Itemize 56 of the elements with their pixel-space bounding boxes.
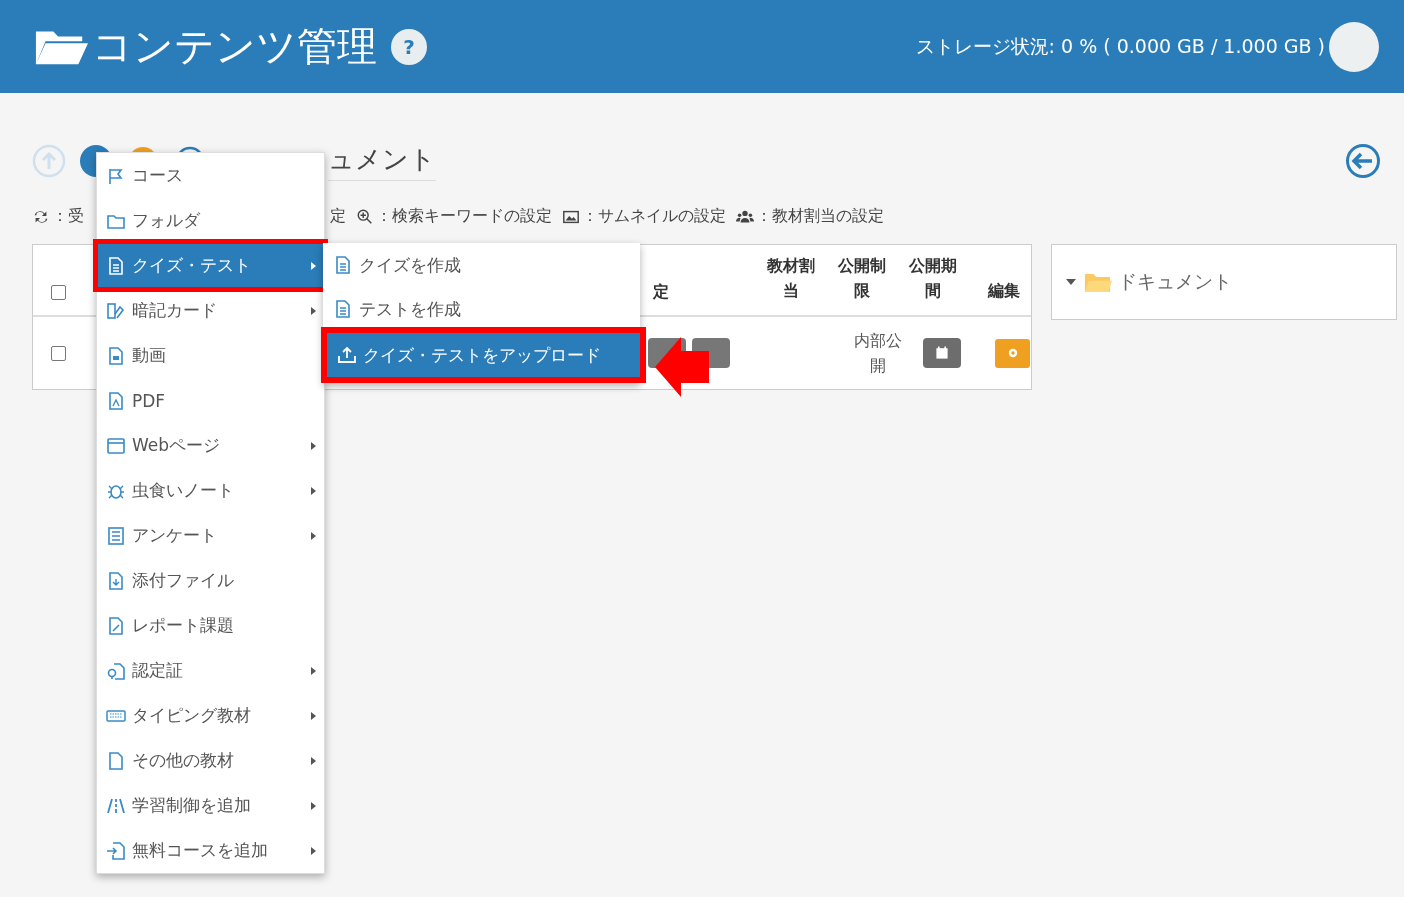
list-icon bbox=[106, 525, 126, 546]
table-cell-text: 内部公開 bbox=[853, 330, 903, 377]
enter-icon bbox=[106, 840, 126, 861]
video-icon bbox=[106, 345, 126, 366]
pointer-arrow bbox=[655, 337, 709, 397]
menu-item[interactable]: クイズを作成 bbox=[323, 243, 640, 287]
menu-item[interactable]: Webページ bbox=[97, 423, 324, 468]
doc-icon bbox=[106, 255, 126, 276]
help-button[interactable]: ? bbox=[391, 28, 427, 65]
legend-text: ：サムネイルの設定 bbox=[582, 206, 726, 227]
menu-item[interactable]: 無料コースを追加 bbox=[97, 828, 324, 873]
pdf-icon bbox=[106, 390, 126, 411]
column-header: 公開期間 bbox=[907, 255, 958, 302]
column-header: 公開制限 bbox=[836, 255, 887, 302]
folder-icon bbox=[1084, 271, 1112, 293]
file-icon bbox=[106, 750, 126, 771]
menu-item[interactable]: その他の教材 bbox=[97, 738, 324, 783]
menu-item[interactable]: 虫食いノート bbox=[97, 468, 324, 513]
checkbox[interactable] bbox=[51, 345, 66, 361]
tree-item[interactable]: ドキュメント bbox=[1118, 269, 1232, 295]
page-title: コンテンツ管理 bbox=[92, 22, 377, 71]
menu-item[interactable]: タイピング教材 bbox=[97, 693, 324, 738]
breadcrumb-title: ュメント bbox=[328, 141, 436, 181]
menu-item[interactable]: テストを作成 bbox=[323, 287, 640, 331]
legend-text: ：検索キーワードの設定 bbox=[376, 206, 552, 227]
column-header: 教材割当 bbox=[765, 255, 816, 302]
menu-item[interactable]: アンケート bbox=[97, 513, 324, 558]
calendar-icon bbox=[934, 345, 950, 361]
upload-icon bbox=[337, 345, 357, 365]
calendar-button[interactable] bbox=[923, 338, 961, 368]
checkbox[interactable] bbox=[51, 285, 66, 300]
legend-text: 定 bbox=[330, 206, 346, 227]
attach-icon bbox=[106, 570, 126, 591]
window-icon bbox=[106, 435, 126, 456]
cards-icon bbox=[106, 300, 126, 321]
storage-status: ストレージ状況: 0 % ( 0.000 GB / 1.000 GB ) bbox=[915, 33, 1325, 59]
legend-text: ：教材割当の設定 bbox=[756, 206, 884, 227]
menu-item[interactable]: 動画 bbox=[97, 333, 324, 378]
doc-icon bbox=[333, 255, 353, 275]
report-icon bbox=[106, 615, 126, 636]
menu-item[interactable]: コース bbox=[97, 153, 324, 198]
menu-item[interactable]: 添付ファイル bbox=[97, 558, 324, 603]
cert-icon bbox=[106, 660, 126, 681]
doc-icon bbox=[333, 299, 353, 319]
menu-item[interactable]: PDF bbox=[97, 378, 324, 423]
menu-item[interactable]: 暗記カード bbox=[97, 288, 324, 333]
menu-item[interactable]: フォルダ bbox=[97, 198, 324, 243]
column-header: 定 bbox=[653, 282, 670, 303]
menu-item[interactable]: 認定証 bbox=[97, 648, 324, 693]
caret-icon[interactable] bbox=[1066, 279, 1076, 285]
column-header: 編集 bbox=[986, 280, 1021, 302]
legend-text: ：受 bbox=[52, 206, 84, 227]
menu-item[interactable]: レポート課題 bbox=[97, 603, 324, 648]
avatar-icon[interactable] bbox=[1329, 21, 1379, 72]
search-icon bbox=[356, 207, 374, 226]
menu-item[interactable]: 学習制御を追加 bbox=[97, 783, 324, 828]
